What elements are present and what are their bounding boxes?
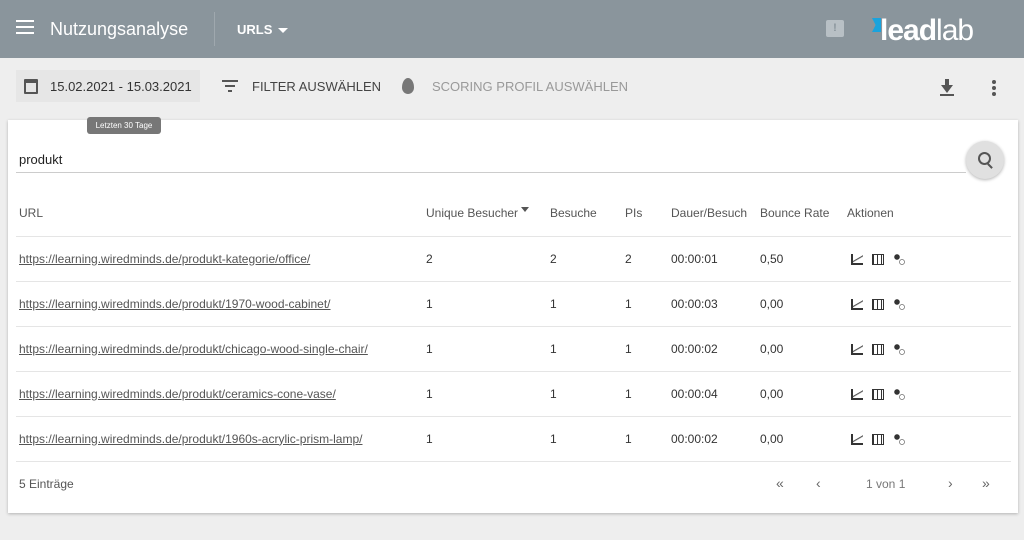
page-indicator: 1 von 1 (866, 477, 906, 491)
search-input[interactable]: produkt (16, 144, 966, 173)
visits: 1 (550, 371, 625, 417)
last-page-button[interactable]: » (982, 475, 990, 491)
duration: 00:00:02 (671, 326, 760, 372)
results-card: produkt URL Unique Besucher Besuche PIs … (8, 120, 1018, 513)
sort-desc-icon (521, 207, 530, 216)
actions (847, 236, 1011, 282)
actions (847, 371, 1011, 417)
duration: 00:00:03 (671, 281, 760, 327)
person-search-icon[interactable] (893, 298, 905, 310)
table-row: https://learning.wiredminds.de/produkt/c… (16, 371, 1011, 417)
next-page-button[interactable]: › (948, 475, 953, 491)
chart-icon[interactable] (851, 433, 863, 445)
pis: 1 (625, 416, 671, 462)
first-page-button[interactable]: « (776, 475, 784, 491)
col-actions: Aktionen (847, 191, 1011, 237)
date-range-button[interactable]: 15.02.2021 - 15.03.2021 (16, 70, 200, 102)
unique-visitors: 1 (426, 281, 550, 327)
table-row: https://learning.wiredminds.de/produkt/1… (16, 416, 1011, 462)
col-unique[interactable]: Unique Besucher (426, 191, 550, 237)
visits: 1 (550, 326, 625, 372)
table-row: https://learning.wiredminds.de/produkt/c… (16, 326, 1011, 372)
table-row: https://learning.wiredminds.de/produkt-k… (16, 236, 1011, 282)
page-title: Nutzungsanalyse (50, 19, 189, 39)
table-row: https://learning.wiredminds.de/produkt/1… (16, 281, 1011, 327)
person-search-icon[interactable] (893, 433, 905, 445)
url-table: URL Unique Besucher Besuche PIs Dauer/Be… (16, 191, 1011, 462)
pis: 2 (625, 236, 671, 282)
unique-visitors: 1 (426, 371, 550, 417)
unique-visitors: 1 (426, 326, 550, 372)
date-range-label: 15.02.2021 - 15.03.2021 (50, 78, 192, 94)
filter-icon (222, 77, 238, 95)
companies-icon[interactable] (872, 253, 884, 265)
chart-icon[interactable] (851, 253, 863, 265)
unique-visitors: 2 (426, 236, 550, 282)
col-url[interactable]: URL (16, 191, 426, 237)
col-bounce[interactable]: Bounce Rate (760, 191, 847, 237)
person-search-icon[interactable] (893, 388, 905, 400)
companies-icon[interactable] (872, 343, 884, 355)
unique-visitors: 1 (426, 416, 550, 462)
col-duration[interactable]: Dauer/Besuch (671, 191, 760, 237)
url-link[interactable]: https://learning.wiredminds.de/produkt-k… (19, 252, 310, 266)
logo: leadlab (872, 14, 974, 48)
section-dropdown[interactable]: URLS (237, 22, 272, 37)
actions (847, 326, 1011, 372)
menu-icon[interactable] (16, 20, 34, 34)
visits: 2 (550, 236, 625, 282)
bounce-rate: 0,00 (760, 416, 847, 462)
bounce-rate: 0,50 (760, 236, 847, 282)
bounce-rate: 0,00 (760, 281, 847, 327)
filter-label: FILTER AUSWÄHLEN (252, 78, 382, 94)
duration: 00:00:02 (671, 416, 760, 462)
companies-icon[interactable] (872, 298, 884, 310)
duration: 00:00:01 (671, 236, 760, 282)
flame-icon (402, 78, 414, 94)
pis: 1 (625, 371, 671, 417)
pis: 1 (625, 326, 671, 372)
prev-page-button[interactable]: ‹ (816, 475, 821, 491)
scoring-profile-button[interactable]: SCORING PROFIL AUSWÄHLEN (402, 70, 628, 102)
bounce-rate: 0,00 (760, 371, 847, 417)
download-icon[interactable] (939, 79, 955, 96)
chart-icon[interactable] (851, 388, 863, 400)
col-pis[interactable]: PIs (625, 191, 671, 237)
companies-icon[interactable] (872, 388, 884, 400)
visits: 1 (550, 281, 625, 327)
bounce-rate: 0,00 (760, 326, 847, 372)
person-search-icon[interactable] (893, 343, 905, 355)
chart-icon[interactable] (851, 343, 863, 355)
app-header: Nutzungsanalyse URLS ! leadlab (0, 0, 1024, 58)
entry-count: 5 Einträge (19, 477, 74, 491)
pis: 1 (625, 281, 671, 327)
divider (214, 12, 215, 46)
col-visits[interactable]: Besuche (550, 191, 625, 237)
url-link[interactable]: https://learning.wiredminds.de/produkt/c… (19, 387, 336, 401)
url-link[interactable]: https://learning.wiredminds.de/produkt/c… (19, 342, 368, 356)
companies-icon[interactable] (872, 433, 884, 445)
actions (847, 281, 1011, 327)
actions (847, 416, 1011, 462)
duration: 00:00:04 (671, 371, 760, 417)
url-link[interactable]: https://learning.wiredminds.de/produkt/1… (19, 432, 362, 446)
more-vert-icon[interactable] (992, 80, 996, 98)
chart-icon[interactable] (851, 298, 863, 310)
filter-button[interactable]: FILTER AUSWÄHLEN (222, 70, 381, 102)
tooltip: Letzten 30 Tage (87, 117, 161, 134)
scoring-label: SCORING PROFIL AUSWÄHLEN (432, 78, 628, 94)
chevron-down-icon[interactable] (278, 28, 288, 38)
feedback-icon[interactable]: ! (826, 20, 844, 37)
calendar-icon (24, 78, 38, 94)
person-search-icon[interactable] (893, 253, 905, 265)
visits: 1 (550, 416, 625, 462)
search-button[interactable] (966, 141, 1004, 179)
url-link[interactable]: https://learning.wiredminds.de/produkt/1… (19, 297, 331, 311)
